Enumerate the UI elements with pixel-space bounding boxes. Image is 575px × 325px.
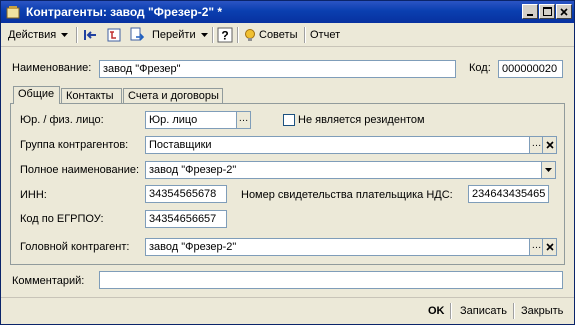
actions-label: Действия [8,29,57,41]
actions-menu[interactable]: Действия [8,27,69,43]
comment-label: Комментарий: [12,275,85,287]
vat-cert-field[interactable]: 234643435465 [468,185,549,203]
close-icon [560,7,568,16]
window-title: Контрагенты: завод "Фрезер-2" * [26,5,223,19]
nonresident-label: Не является резидентом [298,114,425,126]
clear-icon [545,243,554,251]
entity-type-select-button[interactable]: … [236,111,251,129]
name-label: Наименование: [12,62,92,74]
tab-contacts-label: Контакты [66,90,114,102]
full-name-label: Полное наименование: [20,164,140,176]
contractor-window: Контрагенты: завод "Фрезер-2" * Действия [0,0,575,325]
close-button[interactable]: Закрыть [521,303,563,319]
edrpou-label: Код по ЕГРПОУ: [20,213,104,225]
tab-accounts-contracts-label: Счета и договоры [128,90,219,102]
clear-icon [545,141,554,149]
goto-document-icon[interactable] [129,27,145,43]
entity-type-label: Юр. / физ. лицо: [20,114,104,126]
code-label: Код: [469,62,491,74]
toolbar-separator [76,27,78,43]
back-arrow-icon[interactable] [82,27,98,43]
ok-button[interactable]: OK [428,303,445,319]
goto-menu[interactable]: Перейти [152,27,208,43]
code-field[interactable]: 000000020 [498,60,563,78]
chevron-down-icon [545,168,552,172]
title-bar[interactable]: Контрагенты: завод "Фрезер-2" * [1,1,574,23]
comment-field[interactable] [99,271,563,289]
maximize-button[interactable] [539,4,555,19]
full-name-dropdown-button[interactable] [541,161,556,179]
parent-contractor-field[interactable]: завод "Фрезер-2" [145,238,530,256]
bottom-button-bar: OK Записать Закрыть [1,297,574,324]
toolbar-separator [304,27,306,43]
vat-cert-label: Номер свидетельства плательщика НДС: [241,189,453,201]
inn-field[interactable]: 34354565678 [145,185,227,203]
report-label: Отчет [310,29,341,41]
structure-icon[interactable] [106,27,122,43]
tips-label: Советы [259,29,298,41]
toolbar-separator [212,27,214,43]
chevron-down-icon [200,32,208,37]
chevron-down-icon [61,32,69,37]
tab-accounts-contracts[interactable]: Счета и договоры [123,88,223,104]
name-field[interactable]: завод "Фрезер" [99,60,456,78]
tab-general[interactable]: Общие [13,86,60,104]
svg-text:?: ? [221,29,228,43]
tab-contacts[interactable]: Контакты [61,88,122,104]
help-icon[interactable]: ? [217,27,233,43]
parent-contractor-clear-button[interactable] [542,238,557,256]
minimize-icon [527,13,533,16]
nonresident-checkbox[interactable] [283,114,295,126]
toolbar: Действия Перейти ? Советы Отчет [1,24,574,47]
goto-label: Перейти [152,29,196,41]
parent-contractor-label: Головной контрагент: [20,241,130,253]
full-name-field[interactable]: завод "Фрезер-2" [145,161,544,179]
close-window-button[interactable] [556,4,572,19]
edrpou-field[interactable]: 34354656657 [145,210,227,228]
tab-general-label: Общие [18,88,55,100]
group-label: Группа контрагентов: [20,139,129,151]
group-field[interactable]: Поставщики [145,136,530,154]
app-icon [6,6,20,19]
report-button[interactable]: Отчет [310,27,340,43]
tips-icon [245,29,255,42]
button-separator [513,303,515,319]
toolbar-separator [237,27,239,43]
maximize-icon [542,7,552,16]
group-clear-button[interactable] [542,136,557,154]
button-separator [450,303,452,319]
entity-type-field[interactable]: Юр. лицо [145,111,237,129]
minimize-button[interactable] [522,4,538,19]
inn-label: ИНН: [20,189,47,201]
tips-button[interactable]: Советы [243,27,297,43]
save-button[interactable]: Записать [460,303,507,319]
